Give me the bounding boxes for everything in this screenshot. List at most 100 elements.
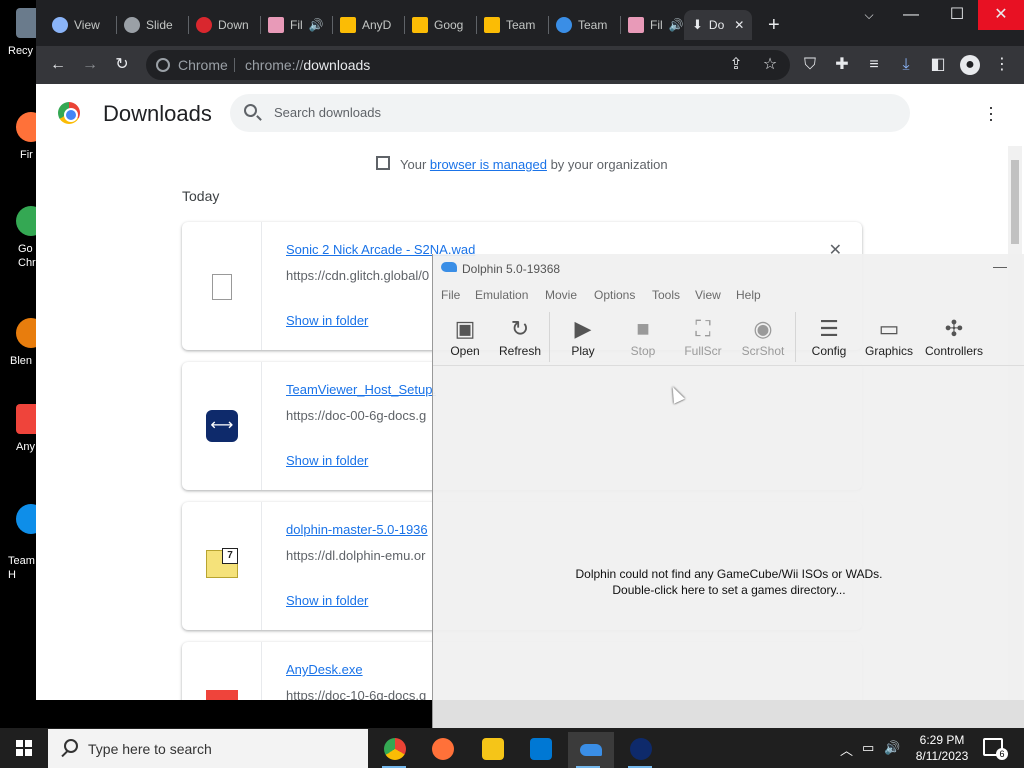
extensions-icon[interactable]: ✚	[832, 55, 852, 75]
dolphin-icon	[556, 17, 572, 33]
notification-center-icon[interactable]: 6	[983, 738, 1008, 760]
taskbar-chrome[interactable]	[374, 732, 414, 768]
desktop-icon-label: Go Chr	[18, 242, 36, 270]
taskbar-clock[interactable]: 6:29 PM 8/11/2023	[912, 732, 972, 764]
search-downloads-input[interactable]: Search downloads	[230, 94, 910, 132]
tab-label: Slide	[146, 18, 173, 32]
taskbar-file-explorer[interactable]	[472, 732, 512, 768]
desktop-icon-anydesk[interactable]: Any	[4, 404, 36, 453]
menu-help[interactable]: Help	[736, 288, 761, 302]
fullscreen-button[interactable]: ⛶ FullScr	[673, 314, 733, 358]
maximize-button[interactable]: ☐	[934, 0, 980, 30]
desktop-icon-teamviewer[interactable]: Team H	[4, 504, 36, 581]
tab-mega[interactable]: Down	[188, 10, 260, 40]
tab-google-drive[interactable]: Goog	[404, 10, 476, 40]
sliders-icon: ☰	[819, 316, 839, 341]
desktop-icon-label: Blen	[10, 355, 33, 367]
tab-downloads[interactable]: ⬇ Do ✕	[684, 10, 752, 40]
drive-icon	[412, 17, 428, 33]
tab-slide[interactable]: Slide	[116, 10, 188, 40]
volume-icon[interactable]: 🔊	[884, 740, 900, 756]
menu-emulation[interactable]: Emulation	[475, 288, 528, 302]
menu-file[interactable]: File	[441, 288, 460, 302]
managed-link[interactable]: browser is managed	[430, 157, 547, 172]
desktop-icon-blender[interactable]: Blen	[4, 318, 36, 367]
managed-suffix: by your organization	[546, 157, 668, 172]
controllers-button[interactable]: ✣ Controllers	[919, 314, 989, 358]
network-icon[interactable]: ▭	[862, 740, 874, 756]
tab-team-dolphin[interactable]: Team	[548, 10, 620, 40]
config-button[interactable]: ☰ Config	[799, 314, 859, 358]
omnibox[interactable]: Chrome chrome://downloads ⇪ ☆	[146, 50, 790, 80]
tab-team-drive[interactable]: Team	[476, 10, 548, 40]
screenshot-button[interactable]: ◉ ScrShot	[733, 314, 793, 358]
tab-file-1[interactable]: Fil 🔊	[260, 10, 332, 40]
menu-movie[interactable]: Movie	[545, 288, 577, 302]
tab-file-2[interactable]: Fil 🔊	[620, 10, 686, 40]
minimize-button[interactable]: —	[993, 258, 1007, 274]
desktop-icon-firefox[interactable]: Fir	[4, 112, 36, 161]
windows-start-icon[interactable]	[16, 740, 32, 756]
minimize-button[interactable]: —	[888, 0, 934, 30]
tab-label: Fil	[290, 18, 303, 32]
desktop-icon-recycle-bin[interactable]: Recy	[4, 8, 36, 57]
taskbar-store[interactable]	[520, 732, 560, 768]
show-in-folder-link[interactable]: Show in folder	[286, 313, 368, 328]
tab-anydesk-drive[interactable]: AnyD	[332, 10, 404, 40]
toolbar-divider	[795, 312, 796, 362]
dolphin-toolbar: ▣ Open ↻ Refresh ▶ Play ■ Stop ⛶ FullScr ◉ Scr…	[433, 308, 1024, 366]
taskbar-teamviewer[interactable]	[620, 732, 660, 768]
refresh-button[interactable]: ↻ Refresh	[490, 314, 550, 358]
open-button[interactable]: ▣ Open	[435, 314, 495, 358]
graphics-button[interactable]: ▭ Graphics	[859, 314, 919, 358]
downloads-icon[interactable]: ⤓	[896, 55, 916, 75]
plus-icon: +	[768, 13, 780, 36]
forward-icon[interactable]: →	[80, 55, 100, 75]
empty-game-list-message[interactable]: Dolphin could not find any GameCube/Wii …	[433, 566, 1024, 598]
empty-message-line-2: Double-click here to set a games directo…	[612, 583, 846, 597]
dolphin-titlebar[interactable]: Dolphin 5.0-19368 —	[433, 254, 1024, 284]
tab-view[interactable]: View	[44, 10, 116, 40]
new-tab-button[interactable]: +	[760, 10, 790, 40]
close-button[interactable]: ✕	[978, 0, 1024, 30]
empty-message-line-1: Dolphin could not find any GameCube/Wii …	[575, 567, 883, 581]
game-list[interactable]	[433, 367, 1024, 728]
side-panel-icon[interactable]: ◧	[928, 55, 948, 75]
managed-prefix: Your	[400, 157, 430, 172]
menu-view[interactable]: View	[695, 288, 721, 302]
tab-label: Team	[578, 18, 608, 32]
download-filename-link[interactable]: dolphin-master-5.0-1936	[286, 522, 428, 537]
taskbar-search-input[interactable]: Type here to search	[48, 729, 368, 768]
taskbar-dolphin[interactable]	[568, 732, 614, 768]
share-icon[interactable]: ⇪	[726, 55, 746, 75]
desktop-icon-chrome[interactable]: Go Chr	[4, 206, 36, 269]
download-filename-link[interactable]: AnyDesk.exe	[286, 662, 363, 677]
play-button[interactable]: ▶ Play	[553, 314, 613, 358]
taskbar-firefox[interactable]	[422, 732, 462, 768]
bookmark-star-icon[interactable]: ☆	[760, 55, 780, 75]
reload-icon[interactable]: ↻	[112, 55, 132, 75]
download-url: https://dl.dolphin-emu.or	[286, 548, 426, 563]
stop-button[interactable]: ■ Stop	[613, 314, 673, 358]
more-actions-icon[interactable]: · · ·	[988, 98, 994, 128]
show-in-folder-link[interactable]: Show in folder	[286, 453, 368, 468]
tray-chevron-icon[interactable]: ︿	[840, 740, 853, 759]
tab-close-icon[interactable]: ✕	[734, 18, 744, 32]
menu-options[interactable]: Options	[594, 288, 635, 302]
ublock-icon[interactable]: ⛉	[800, 55, 820, 75]
download-icon-column	[182, 642, 262, 700]
refresh-icon: ↻	[510, 316, 530, 341]
tab-search-icon[interactable]: ⌵	[846, 0, 892, 30]
scrollbar-thumb[interactable]	[1011, 160, 1019, 244]
download-icon-column: 7	[182, 502, 262, 630]
show-in-folder-link[interactable]: Show in folder	[286, 593, 368, 608]
tab-label: Team	[506, 18, 536, 32]
chrome-menu-icon[interactable]: ⋮	[992, 55, 1012, 75]
tab-strip: View Slide Down Fil 🔊 AnyD Goog Team Team…	[36, 0, 1024, 46]
menu-tools[interactable]: Tools	[652, 288, 680, 302]
media-control-icon[interactable]: ≡	[864, 55, 884, 75]
profile-avatar-icon[interactable]: ●	[960, 55, 980, 75]
desktop-icon-label: Team H	[8, 554, 35, 582]
download-filename-link[interactable]: TeamViewer_Host_Setup.	[286, 382, 436, 397]
back-icon[interactable]: ←	[48, 55, 68, 75]
